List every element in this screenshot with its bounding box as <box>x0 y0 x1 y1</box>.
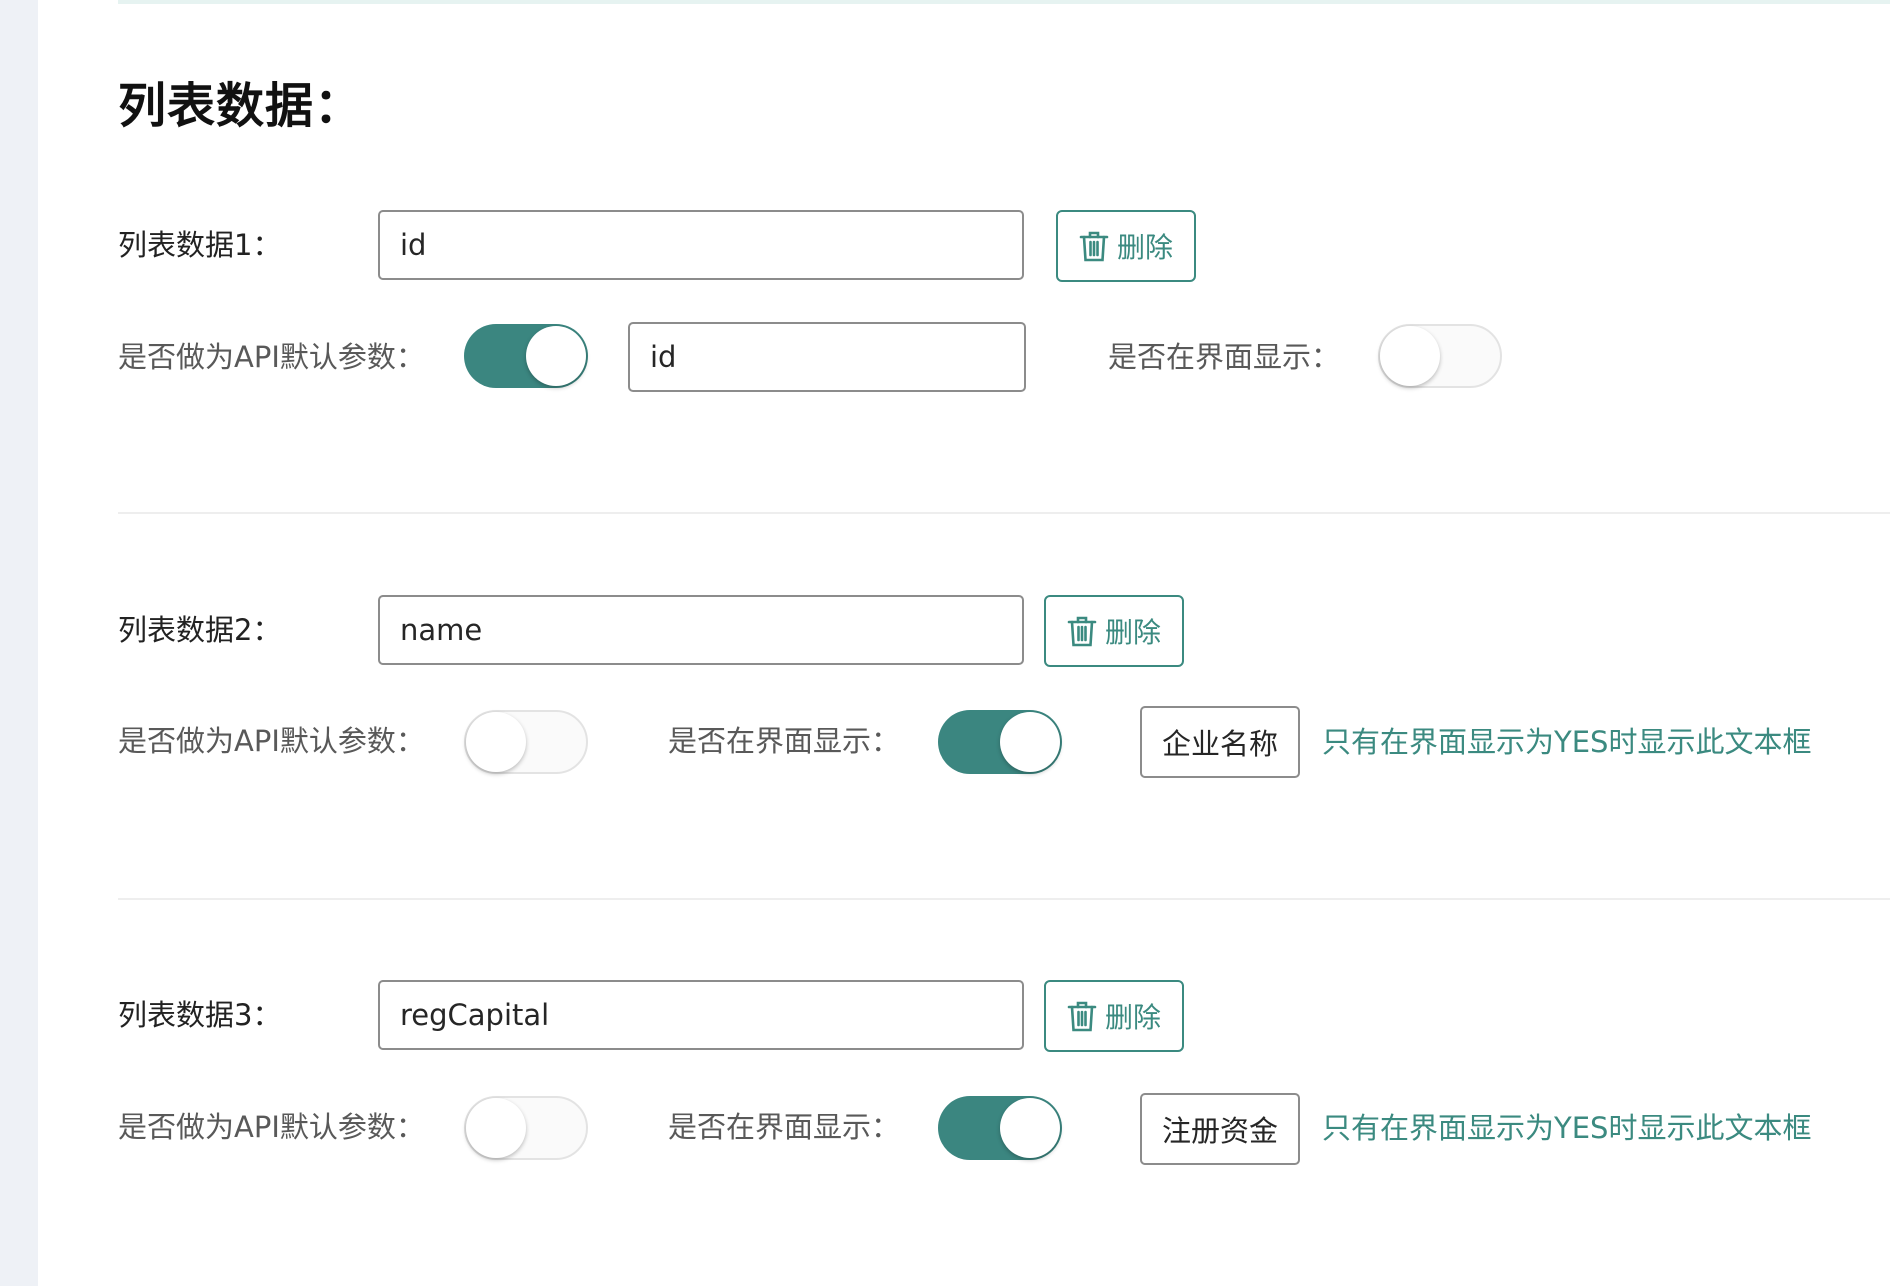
show-on-ui-label: 是否在界面显示： <box>668 1110 901 1144</box>
api-default-label: 是否做为API默认参数： <box>118 724 425 758</box>
trash-icon <box>1067 615 1097 647</box>
row-divider <box>118 512 1890 514</box>
show-on-ui-label: 是否在界面显示： <box>668 724 901 758</box>
list-item-3: 列表数据3： 删除 是否做为API默认参数： 是否在界面显示： 只有在界面显示为… <box>0 0 1890 1165</box>
show-on-ui-toggle[interactable] <box>1378 324 1502 388</box>
show-on-ui-label: 是否在界面显示： <box>1108 340 1341 374</box>
delete-button-label: 删除 <box>1104 1001 1161 1034</box>
delete-button[interactable]: 删除 <box>1044 980 1184 1052</box>
trash-icon <box>1067 1000 1097 1032</box>
display-name-input[interactable] <box>1140 706 1300 778</box>
display-name-hint: 只有在界面显示为YES时显示此文本框 <box>1322 1111 1812 1145</box>
list-data-input[interactable] <box>378 980 1024 1050</box>
api-default-toggle[interactable] <box>464 324 588 388</box>
toggle-knob <box>526 326 586 386</box>
toggle-knob <box>1380 326 1440 386</box>
api-default-label: 是否做为API默认参数： <box>118 1110 425 1144</box>
list-data-input[interactable] <box>378 595 1024 665</box>
toggle-knob <box>466 712 526 772</box>
row-divider <box>118 898 1890 900</box>
api-default-label: 是否做为API默认参数： <box>118 340 425 374</box>
api-param-input[interactable] <box>628 322 1026 392</box>
show-on-ui-toggle[interactable] <box>938 710 1062 774</box>
api-default-toggle[interactable] <box>464 1096 588 1160</box>
show-on-ui-toggle[interactable] <box>938 1096 1062 1160</box>
delete-button-label: 删除 <box>1104 616 1161 649</box>
toggle-knob <box>466 1098 526 1158</box>
list-data-label: 列表数据2： <box>118 613 282 647</box>
api-default-toggle[interactable] <box>464 710 588 774</box>
display-name-hint: 只有在界面显示为YES时显示此文本框 <box>1322 725 1812 759</box>
toggle-knob <box>1000 712 1060 772</box>
delete-button[interactable]: 删除 <box>1044 595 1184 667</box>
toggle-knob <box>1000 1098 1060 1158</box>
display-name-input[interactable] <box>1140 1093 1300 1165</box>
list-data-label: 列表数据3： <box>118 998 282 1032</box>
